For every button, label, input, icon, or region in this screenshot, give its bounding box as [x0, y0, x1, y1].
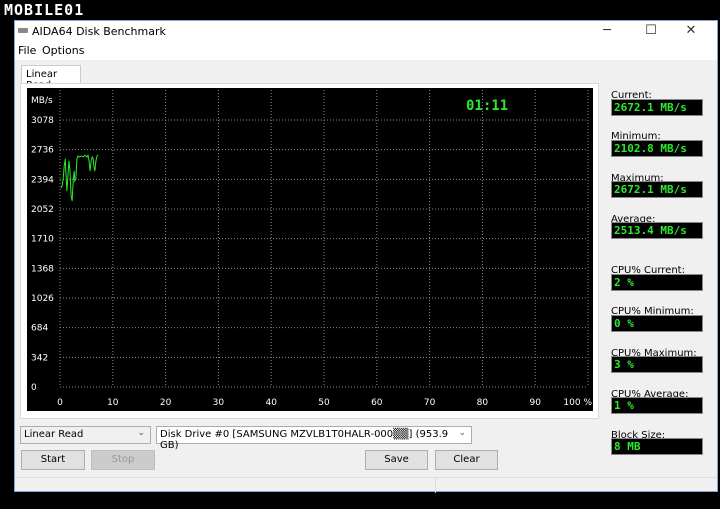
x-tick-label: 60 [371, 398, 383, 408]
data-point [92, 158, 94, 160]
data-point [94, 170, 96, 172]
stat-value: 2672.1 MB/s [611, 99, 703, 116]
x-tick-label: 30 [213, 398, 225, 408]
data-point [76, 158, 78, 160]
clear-button[interactable]: Clear [435, 450, 498, 470]
stat-value: 2513.4 MB/s [611, 222, 703, 239]
data-point [62, 178, 64, 180]
start-button[interactable]: Start [21, 450, 85, 470]
x-tick-label: 20 [160, 398, 172, 408]
read-speed-line [60, 153, 99, 202]
x-tick-label: 100 % [563, 398, 592, 408]
stat-value: 1 % [611, 397, 703, 414]
data-point [67, 175, 69, 177]
tab-linear-read[interactable]: Linear Read [21, 65, 81, 91]
data-point [74, 180, 76, 182]
data-point [96, 155, 98, 157]
data-point [95, 160, 97, 162]
stop-button[interactable]: Stop [91, 450, 155, 470]
chevron-down-icon: ⌄ [458, 428, 466, 438]
y-tick-label: 2052 [31, 205, 54, 215]
maximize-icon[interactable]: ☐ [636, 23, 666, 38]
x-tick-label: 50 [318, 398, 330, 408]
menu-bar: File Options [15, 43, 717, 60]
data-point [71, 200, 73, 202]
data-point [66, 190, 68, 192]
stat-value: 2672.1 MB/s [611, 181, 703, 198]
data-point [80, 155, 82, 157]
data-point [91, 156, 93, 158]
y-tick-label: 342 [31, 353, 48, 363]
data-point [64, 158, 66, 160]
elapsed-timer: 01:11 [466, 98, 508, 114]
y-axis-unit: MB/s [31, 96, 53, 106]
title-bar: AIDA64 Disk Benchmark ─ ☐ ✕ [15, 21, 717, 43]
y-tick-label: 2394 [31, 175, 54, 185]
data-point [69, 170, 71, 172]
data-point [86, 156, 88, 158]
status-bar [15, 477, 717, 493]
y-tick-label: 3078 [31, 116, 54, 126]
data-point [87, 154, 89, 156]
y-tick-label: 2736 [31, 146, 54, 156]
data-point [84, 154, 86, 156]
data-point [97, 154, 99, 156]
data-point [68, 160, 70, 162]
test-type-value: Linear Read [24, 429, 84, 440]
menu-file[interactable]: File [18, 44, 36, 57]
tab-panel: 0 10 20 30 40 50 60 70 80 90 100 % 0 342 684 1026 1368 1… [20, 83, 599, 419]
menu-options[interactable]: Options [42, 44, 84, 57]
x-tick-label: 0 [57, 398, 63, 408]
data-point [93, 165, 95, 167]
close-icon[interactable]: ✕ [676, 23, 706, 38]
drive-value: Disk Drive #0 [SAMSUNG MZVLB1T0HALR-000▒… [160, 429, 449, 451]
benchmark-graph: 0 10 20 30 40 50 60 70 80 90 100 % 0 342 684 1026 1368 1… [27, 88, 593, 411]
data-point [77, 155, 79, 157]
y-tick-label: 1026 [31, 294, 54, 304]
data-point [82, 156, 84, 158]
data-point [73, 170, 75, 172]
stat-value: 2102.8 MB/s [611, 140, 703, 157]
data-point [72, 180, 74, 182]
disk-drive-icon [18, 28, 28, 33]
y-tick-label: 684 [31, 324, 48, 334]
minimize-icon[interactable]: ─ [592, 23, 622, 38]
x-tick-label: 90 [529, 398, 541, 408]
y-tick-label: 1368 [31, 264, 54, 274]
status-divider [435, 478, 436, 493]
data-point [70, 195, 72, 197]
data-point [60, 187, 62, 189]
save-button[interactable]: Save [365, 450, 428, 470]
data-point [88, 160, 90, 162]
watermark-logo: MOBILE01 [4, 1, 85, 19]
data-point [65, 170, 67, 172]
y-tick-label: 1710 [31, 235, 54, 245]
data-point [63, 165, 65, 167]
stat-value: 2 % [611, 274, 703, 291]
x-tick-label: 10 [107, 398, 119, 408]
data-point [61, 185, 63, 187]
data-point [90, 160, 92, 162]
chevron-down-icon: ⌄ [137, 428, 145, 438]
test-type-select[interactable]: Linear Read ⌄ [20, 426, 151, 444]
stat-value: 3 % [611, 356, 703, 373]
data-point [78, 156, 80, 158]
window-title: AIDA64 Disk Benchmark [32, 25, 166, 38]
data-point [75, 178, 77, 180]
drive-select[interactable]: Disk Drive #0 [SAMSUNG MZVLB1T0HALR-000▒… [156, 426, 472, 451]
x-tick-label: 40 [265, 398, 277, 408]
stat-value: 8 MB [611, 438, 703, 455]
stat-value: 0 % [611, 315, 703, 332]
y-tick-label: 0 [31, 383, 37, 393]
app-window: AIDA64 Disk Benchmark ─ ☐ ✕ File Options… [14, 20, 718, 493]
x-tick-label: 70 [424, 398, 436, 408]
x-tick-label: 80 [477, 398, 489, 408]
chart-svg: 0 10 20 30 40 50 60 70 80 90 100 % 0 342 684 1026 1368 1… [31, 90, 592, 408]
data-point [89, 170, 91, 172]
